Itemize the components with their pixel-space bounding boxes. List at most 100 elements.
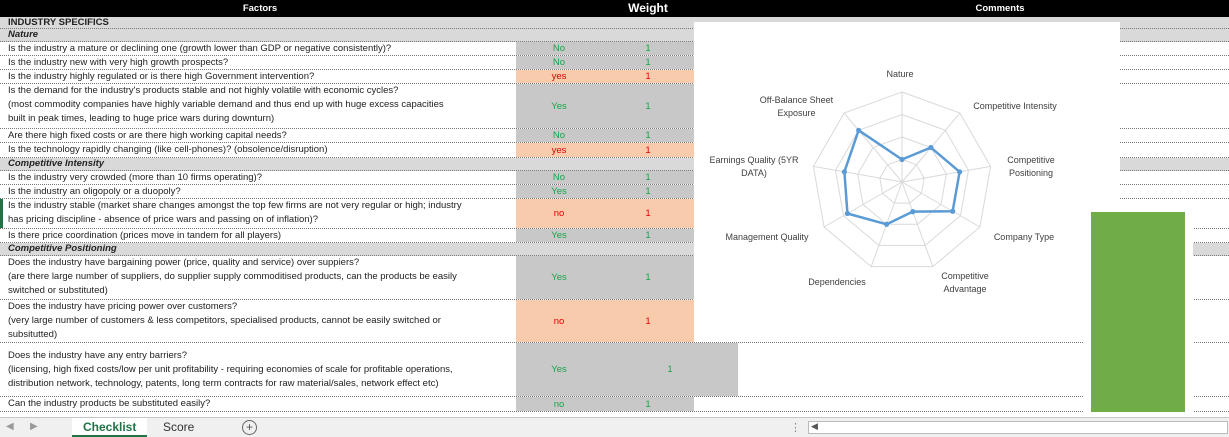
weight-cell[interactable]: 1 <box>602 397 694 411</box>
subsection-title: Competitive Intensity <box>8 158 105 169</box>
radar-spoke <box>823 181 903 228</box>
radar-data-point <box>841 169 847 175</box>
prev-sheet-icon[interactable]: ◀ <box>6 421 14 432</box>
question-cell[interactable]: Is the industry new with very high growt… <box>8 56 514 70</box>
radar-data-point <box>856 127 862 133</box>
column-header-bar: Factors Weight Comments <box>0 0 1229 17</box>
horizontal-scrollbar[interactable]: ◀ <box>808 421 1228 434</box>
question-line: switched or substituted) <box>8 285 108 296</box>
radar-data-point <box>899 156 905 163</box>
bar-chart-widget[interactable] <box>1084 205 1193 415</box>
radar-data-point <box>844 210 851 217</box>
subsection-title: Competitive Positioning <box>8 243 117 254</box>
radar-data-point <box>910 209 916 215</box>
question-line: (most commodity companies have highly va… <box>8 99 444 110</box>
answer-cell[interactable]: No <box>516 171 602 184</box>
radar-data-point <box>884 221 890 227</box>
axis-label: Competitive Positioning <box>1007 155 1055 178</box>
question-line: has pricing discipline - absence of pric… <box>8 214 318 225</box>
question-cell[interactable]: Is the industry stable (market share cha… <box>8 199 514 227</box>
question-line: (very large number of customers & less c… <box>8 315 441 326</box>
weight-cell[interactable]: 1 <box>602 300 694 342</box>
answer-cell[interactable]: yes <box>516 143 602 157</box>
question-line: built in peak times, leading to huge pri… <box>8 113 275 124</box>
answer-cell[interactable]: Yes <box>516 84 602 128</box>
question-cell[interactable]: Is the industry very crowded (more than … <box>8 171 514 185</box>
axis-label: Company Type <box>993 232 1055 242</box>
question-line: Is the demand for the industry's product… <box>8 85 399 96</box>
answer-cell[interactable]: No <box>516 56 602 69</box>
answer-cell[interactable]: No <box>516 42 602 55</box>
question-cell[interactable]: Is the technology rapidly changing (like… <box>8 143 514 157</box>
answer-cell[interactable]: Yes <box>516 256 602 299</box>
question-cell[interactable]: Is there price coordination (prices move… <box>8 229 514 243</box>
question-line: (licensing, high fixed costs/low per uni… <box>8 364 453 375</box>
question-line: Does the industry have bargaining power … <box>8 257 360 268</box>
weight-cell[interactable]: 1 <box>602 256 694 299</box>
table-row[interactable]: Can the industry products be substituted… <box>0 397 1229 412</box>
answer-cell[interactable]: no <box>516 199 602 228</box>
answer-cell[interactable]: Yes <box>516 185 602 198</box>
radar-data-point <box>950 208 956 214</box>
axis-label: Earnings Quality (5YR DATA) <box>709 155 799 178</box>
answer-cell[interactable]: no <box>516 397 602 411</box>
weight-cell[interactable]: 1 <box>602 199 694 228</box>
sheet-tab-bar: ◀ ▶ Checklist Score + ⋮ ◀ <box>0 417 1229 437</box>
answer-cell[interactable]: Yes <box>516 229 602 242</box>
weight-cell[interactable]: 1 <box>602 143 694 157</box>
question-cell[interactable]: Does the industry have bargaining power … <box>8 256 514 298</box>
question-cell[interactable]: Does the industry have any entry barrier… <box>8 349 514 391</box>
question-cell[interactable]: Is the industry highly regulated or is t… <box>8 70 514 84</box>
tab-checklist[interactable]: Checklist <box>72 418 148 437</box>
question-cell[interactable]: Is the demand for the industry's product… <box>8 84 514 126</box>
axis-label: Management Quality <box>725 232 809 242</box>
axis-label: Dependencies <box>808 277 866 287</box>
question-cell[interactable]: Are there high fixed costs or are there … <box>8 129 514 143</box>
weight-cell[interactable]: 1 <box>602 171 694 184</box>
weight-cell[interactable]: 1 <box>602 129 694 142</box>
axis-label: Competitive Advantage <box>941 271 989 294</box>
weight-cell[interactable]: 1 <box>602 185 694 198</box>
add-sheet-icon[interactable]: + <box>242 420 257 435</box>
comments-header: Comments <box>975 3 1025 14</box>
axis-label: Off-Balance Sheet Exposure <box>759 95 834 118</box>
subsection-title: Nature <box>8 29 39 40</box>
question-line: (are there large number of suppliers, do… <box>8 271 457 282</box>
answer-cell[interactable]: no <box>516 300 602 342</box>
scroll-left-icon[interactable]: ◀ <box>811 421 818 432</box>
question-line: distribution network, technology, patent… <box>8 378 439 389</box>
answer-cell[interactable]: No <box>516 129 602 142</box>
table-row[interactable]: Does the industry have any entry barrier… <box>0 343 1229 397</box>
radar-spoke <box>901 165 991 183</box>
weight-cell[interactable]: 1 <box>602 84 694 128</box>
weight-cell[interactable]: 1 <box>602 229 694 242</box>
question-line: subsitutted) <box>8 329 58 340</box>
radar-chart[interactable]: Nature Competitive Intensity Competitive… <box>694 22 1120 340</box>
weight-cell[interactable]: 1 <box>602 343 738 396</box>
section-title: INDUSTRY SPECIFICS <box>8 17 109 28</box>
factors-header: Factors <box>242 3 278 14</box>
radar-data-point <box>957 169 963 175</box>
question-line: Does the industry have any entry barrier… <box>8 350 188 361</box>
question-cell[interactable]: Is the industry a mature or declining on… <box>8 42 514 56</box>
answer-cell[interactable]: yes <box>516 70 602 83</box>
question-line: Does the industry have pricing power ove… <box>8 301 238 312</box>
tab-score[interactable]: Score <box>152 418 205 437</box>
weight-header: Weight <box>628 1 668 15</box>
question-cell[interactable]: Is the industry an oligopoly or a duopol… <box>8 185 514 199</box>
tab-splitter-handle[interactable]: ⋮ <box>790 421 801 434</box>
question-cell[interactable]: Does the industry have pricing power ove… <box>8 300 514 342</box>
weight-cell[interactable]: 1 <box>602 56 694 69</box>
answer-cell[interactable]: Yes <box>516 343 602 396</box>
weight-cell[interactable]: 1 <box>602 42 694 55</box>
axis-label: Nature <box>886 69 914 79</box>
radar-data-point <box>928 144 934 151</box>
radar-spoke <box>901 181 981 228</box>
question-cell[interactable]: Can the industry products be substituted… <box>8 397 514 411</box>
question-line: Is the industry stable (market share cha… <box>8 200 462 211</box>
score-bar <box>1091 212 1185 412</box>
radar-spoke <box>813 165 903 183</box>
weight-cell[interactable]: 1 <box>602 70 694 83</box>
next-sheet-icon[interactable]: ▶ <box>30 421 38 432</box>
axis-label: Competitive Intensity <box>973 101 1057 111</box>
